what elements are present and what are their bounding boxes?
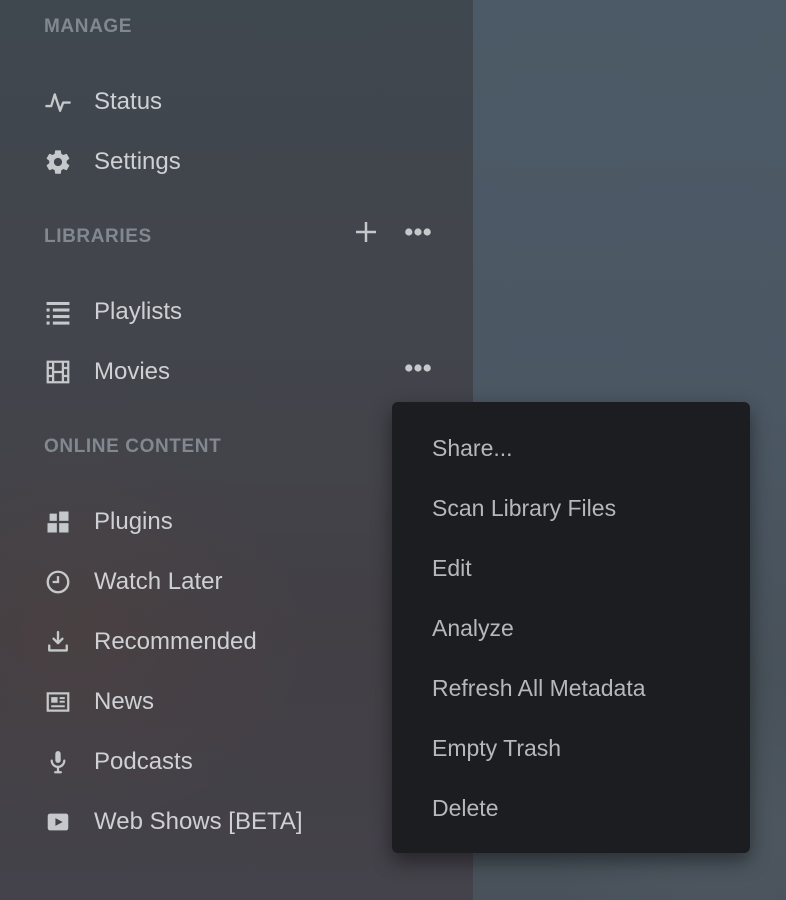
download-icon <box>44 628 72 656</box>
clock-icon <box>44 568 72 596</box>
section-header-label: ONLINE CONTENT <box>44 436 221 458</box>
news-icon <box>44 688 72 716</box>
activity-icon <box>44 88 72 116</box>
sidebar-item-label: News <box>94 688 154 716</box>
film-icon <box>44 358 72 386</box>
play-video-icon <box>44 808 72 836</box>
section-header-label: MANAGE <box>44 16 132 38</box>
menu-item-empty-trash[interactable]: Empty Trash <box>392 718 750 778</box>
sidebar-item-label: Plugins <box>94 508 173 536</box>
sidebar-item-label: Watch Later <box>94 568 223 596</box>
sidebar-item-status[interactable]: Status <box>44 78 473 126</box>
plus-icon <box>353 219 379 250</box>
section-header-label: LIBRARIES <box>44 226 152 248</box>
sidebar-item-label: Playlists <box>94 298 182 326</box>
sidebar-item-playlists[interactable]: Playlists <box>44 288 473 336</box>
sidebar-item-label: Web Shows [BETA] <box>94 808 303 836</box>
grid-icon <box>44 508 72 536</box>
menu-item-delete[interactable]: Delete <box>392 778 750 838</box>
sidebar-item-settings[interactable]: Settings <box>44 138 473 186</box>
microphone-icon <box>44 748 72 776</box>
add-library-button[interactable] <box>352 220 380 248</box>
libraries-more-button[interactable] <box>404 220 432 248</box>
section-header-online-content: ONLINE CONTENT <box>44 433 221 461</box>
plex-app-screen: MANAGE Status Settings LIBRARIES <box>0 0 786 900</box>
menu-item-refresh-all-metadata[interactable]: Refresh All Metadata <box>392 658 750 718</box>
sidebar-item-label: Settings <box>94 148 181 176</box>
section-header-manage: MANAGE <box>44 13 132 41</box>
movies-more-button[interactable] <box>404 356 432 384</box>
section-header-libraries: LIBRARIES <box>44 223 152 251</box>
sidebar-item-label: Podcasts <box>94 748 193 776</box>
menu-item-share[interactable]: Share... <box>392 418 750 478</box>
sidebar-item-label: Status <box>94 88 162 116</box>
gear-icon <box>44 148 72 176</box>
more-icon <box>404 218 432 251</box>
menu-item-scan-library-files[interactable]: Scan Library Files <box>392 478 750 538</box>
library-context-menu: Share... Scan Library Files Edit Analyze… <box>392 402 750 853</box>
menu-item-analyze[interactable]: Analyze <box>392 598 750 658</box>
sidebar-item-label: Recommended <box>94 628 257 656</box>
playlist-icon <box>44 298 72 326</box>
sidebar-item-label: Movies <box>94 358 170 386</box>
menu-item-edit[interactable]: Edit <box>392 538 750 598</box>
more-icon <box>404 354 432 387</box>
